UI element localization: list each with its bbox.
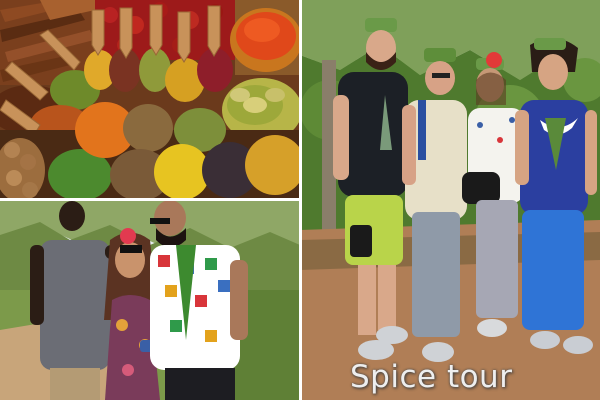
bottom-left-photo [0, 200, 300, 400]
spice-tour-collage [0, 0, 600, 400]
spice-tour-caption: Spice tour [350, 359, 513, 395]
paprika-bowl [230, 0, 302, 75]
group-photo [300, 0, 600, 400]
spice-market-photo [0, 0, 305, 202]
